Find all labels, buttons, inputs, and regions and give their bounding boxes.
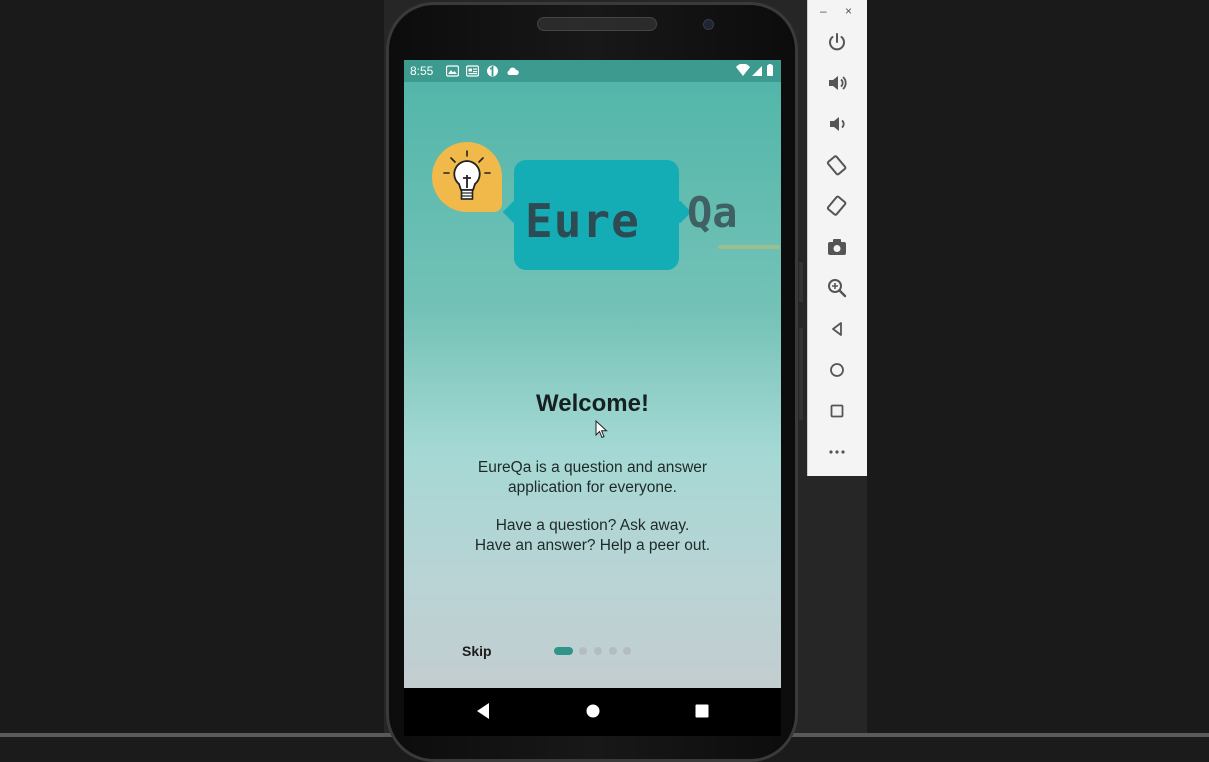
page-dot-2 [579, 647, 587, 655]
camera-icon [828, 239, 846, 255]
volume-up-icon [829, 76, 847, 90]
page-dot-3 [594, 647, 602, 655]
back-icon [832, 322, 842, 336]
mouse-cursor-icon [595, 420, 608, 439]
description-line-2: application for everyone. [508, 479, 677, 496]
rotate-left-icon [826, 155, 847, 176]
welcome-title: Welcome! [536, 390, 649, 417]
emulator-toolbar: – × [807, 0, 867, 476]
skip-button[interactable]: Skip [462, 643, 492, 659]
prompt-line-1: Have a question? Ask away. [495, 517, 690, 534]
close-button[interactable]: × [845, 4, 852, 18]
gallery-notification-icon [446, 65, 459, 77]
front-camera [703, 19, 714, 30]
more-button[interactable] [825, 440, 849, 464]
lightbulb-bubble [432, 142, 502, 212]
page-dot-4 [609, 647, 617, 655]
home-nav-icon[interactable] [586, 704, 600, 718]
desktop-background-right [867, 0, 1209, 737]
page-dot-5 [623, 647, 631, 655]
prompt-line-2: Have an answer? Help a peer out. [474, 537, 711, 554]
lightbulb-icon [443, 150, 491, 200]
zoom-icon [828, 279, 847, 298]
side-button-power [799, 262, 803, 302]
logo-text-eure: Eure [525, 194, 640, 248]
back-nav-icon[interactable] [475, 702, 491, 720]
overview-button[interactable] [825, 399, 849, 423]
app-screen: 8:55 Eure Qa Welcome! EureQa is a questi… [404, 60, 781, 688]
zoom-button[interactable] [825, 276, 849, 300]
navigation-bar [404, 688, 781, 736]
rotate-left-button[interactable] [825, 153, 849, 177]
volume-down-button[interactable] [825, 112, 849, 136]
wifi-signal-battery-icon [736, 63, 773, 76]
eureqa-logo: Eure Qa [432, 142, 780, 272]
rotate-right-icon [826, 195, 847, 216]
volume-down-icon [830, 117, 845, 131]
description-line-1: EureQa is a question and answer [477, 459, 708, 476]
home-button[interactable] [825, 358, 849, 382]
power-button[interactable] [825, 30, 849, 54]
volume-up-button[interactable] [825, 71, 849, 95]
status-time: 8:55 [410, 64, 434, 78]
home-icon [830, 363, 844, 377]
rotate-right-button[interactable] [825, 194, 849, 218]
news-notification-icon [466, 65, 479, 77]
status-bar: 8:55 [404, 60, 781, 82]
desktop-background-left [0, 0, 384, 737]
page-dot-1-active [554, 647, 573, 655]
status-right-icons [735, 63, 775, 80]
logo-text-qa: Qa [687, 188, 738, 237]
overview-icon [830, 404, 844, 418]
overview-nav-icon[interactable] [695, 704, 709, 718]
logo-tagline [718, 245, 780, 249]
earpiece-speaker [537, 17, 657, 31]
side-button-volume [799, 328, 803, 420]
app-notification-icon [487, 65, 498, 77]
screenshot-button[interactable] [825, 235, 849, 259]
power-icon [829, 33, 845, 51]
minimize-button[interactable]: – [820, 4, 827, 18]
more-icon [829, 450, 845, 454]
back-button[interactable] [825, 317, 849, 341]
cloud-notification-icon [507, 67, 519, 75]
